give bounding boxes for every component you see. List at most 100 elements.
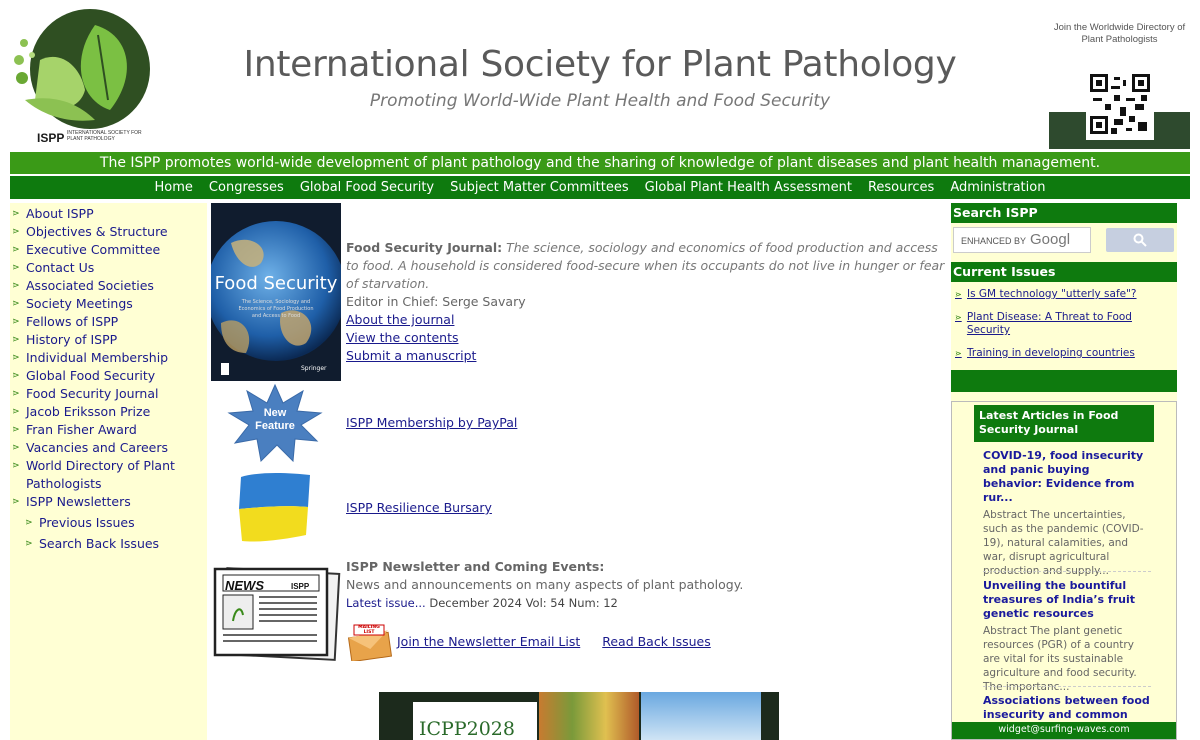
newspaper-icon: NEWS ISPP [211,565,341,661]
sidebar-item-label: Associated Societies [26,278,154,293]
membership-paypal-link[interactable]: ISPP Membership by PayPal [346,415,517,430]
chevron-right-icon: ⋗ [12,209,20,219]
sidebar-item-society-meetings[interactable]: ⋗ Society Meetings [10,295,207,313]
sidebar-item-about-ispp[interactable]: ⋗ About ISPP [10,205,207,223]
mailing-badge-text: MAILING LIST [358,625,380,635]
article-item[interactable]: COVID-19, food insecurity and panic buyi… [983,449,1151,578]
chevron-right-icon: ⋗ [25,539,33,549]
sidebar-item-label: Society Meetings [26,296,133,311]
sidebar-item-ispp-newsletters[interactable]: ⋗ ISPP Newsletters [10,493,207,511]
leaf-logo-icon [14,9,150,129]
search-icon [1133,233,1147,247]
article-separator [983,571,1151,572]
google-label: Googl [1030,231,1071,248]
chevron-right-icon: ⋗ [12,281,20,291]
sidebar-item-objectives-structure[interactable]: ⋗ Objectives & Structure [10,223,207,241]
sidebar-item-search-back-issues[interactable]: ⋗ Search Back Issues [10,535,207,553]
chevron-right-icon: ⋗ [12,425,20,435]
directory-qr-block[interactable]: Join the Worldwide Directory of Plant Pa… [1049,20,1190,149]
nav-item-administration[interactable]: Administration [950,180,1045,195]
chevron-right-icon: ⋗ [12,263,20,273]
nav-item-subject-matter-committees[interactable]: Subject Matter Committees [450,180,629,195]
widget-footer[interactable]: widget@surfing-waves.com [952,722,1176,739]
sidebar-item-label: About ISPP [26,206,94,221]
food-security-cover[interactable]: Food Security The Science, Sociology and… [211,203,341,381]
journal-label: Food Security Journal: [346,240,503,255]
chevron-right-icon: ⋗ [12,245,20,255]
current-issue-link[interactable]: ⋗ Plant Disease: A Threat to Food Securit… [951,311,1177,337]
article-item[interactable]: Unveiling the bountiful treasures of Ind… [983,579,1151,694]
sidebar-item-history-of-ispp[interactable]: ⋗ History of ISPP [10,331,207,349]
widget-heading: Latest Articles in Food Security Journal [974,405,1154,442]
logo-abbr: ISPP [37,131,65,145]
sidebar-item-label: History of ISPP [26,332,118,347]
sidebar-item-jacob-eriksson-prize[interactable]: ⋗ Jacob Eriksson Prize [10,403,207,421]
sidebar-item-associated-societies[interactable]: ⋗ Associated Societies [10,277,207,295]
nav-item-resources[interactable]: Resources [868,180,934,195]
issues-footer-strip [951,370,1177,392]
sidebar-item-label: Food Security Journal [26,386,159,401]
sidebar-item-label: Previous Issues [39,515,135,530]
view-contents-link[interactable]: View the contents [346,330,459,345]
sidebar-item-fellows-of-ispp[interactable]: ⋗ Fellows of ISPP [10,313,207,331]
submit-manuscript-link[interactable]: Submit a manuscript [346,348,476,363]
read-back-issues-link[interactable]: Read Back Issues [602,634,711,649]
sidebar-item-fran-fisher-award[interactable]: ⋗ Fran Fisher Award [10,421,207,439]
nav-item-global-food-security[interactable]: Global Food Security [300,180,434,195]
news-image-text: NEWS [225,578,264,593]
ispp-logo[interactable] [10,5,155,145]
qr-code-icon[interactable] [1086,68,1154,140]
latest-issue-link[interactable]: Latest issue... [346,596,426,610]
sidebar-item-previous-issues[interactable]: ⋗ Previous Issues [10,514,207,532]
about-journal-link[interactable]: About the journal [346,312,454,327]
chevron-right-icon: ⋗ [12,227,20,237]
current-issue-label: Plant Disease: A Threat to Food Security [966,311,1132,336]
chevron-right-icon: ⋗ [25,518,33,528]
search-heading: Search ISPP [951,203,1177,223]
current-issue-link[interactable]: ⋗ Is GM technology "utterly safe"? [951,288,1177,301]
article-title[interactable]: COVID-19, food insecurity and panic buyi… [983,449,1151,505]
mission-banner: The ISPP promotes world-wide development… [10,152,1190,174]
search-input[interactable]: ENHANCED BY Googl [953,227,1091,253]
right-sidebar: Search ISPP ENHANCED BY Googl Current Iss… [951,203,1177,740]
cover-title: Food Security [214,273,338,294]
current-issue-label: Training in developing countries [967,347,1135,359]
sidebar-item-label: Fran Fisher Award [26,422,137,437]
current-issue-link[interactable]: ⋗ Training in developing countries [951,347,1177,360]
resilience-bursary-link[interactable]: ISPP Resilience Bursary [346,500,492,515]
nav-item-congresses[interactable]: Congresses [209,180,284,195]
page-tagline: Promoting World-Wide Plant Health and Fo… [369,91,831,111]
nav-item-home[interactable]: Home [155,180,193,195]
logo-fullname: INTERNATIONAL SOCIETY FOR PLANT PATHOLOG… [67,130,142,142]
sidebar-item-world-directory-of-plant-pathologists[interactable]: ⋗ World Directory of Plant Pathologists [10,457,207,493]
sidebar-item-global-food-security[interactable]: ⋗ Global Food Security [10,367,207,385]
new-feature-badge: New Feature [225,383,325,463]
sidebar-item-label: Contact Us [26,260,95,275]
sidebar-item-label: ISPP Newsletters [26,494,131,509]
join-newsletter-link[interactable]: Join the Newsletter Email List [397,634,580,649]
main-nav: Home Congresses Global Food Security Subjec… [10,176,1190,199]
mailing-list-icon[interactable]: MAILING LIST [346,623,394,663]
news-image-brand: ISPP [291,582,310,591]
chevron-right-icon: ⋗ [12,443,20,453]
sidebar-item-vacancies-and-careers[interactable]: ⋗ Vacancies and Careers [10,439,207,457]
chevron-right-icon: ⋗ [12,371,20,381]
sidebar-item-food-security-journal[interactable]: ⋗ Food Security Journal [10,385,207,403]
sidebar-item-label: Executive Committee [26,242,161,257]
sidebar-item-label: Global Food Security [26,368,156,383]
sidebar-item-contact-us[interactable]: ⋗ Contact Us [10,259,207,277]
search-button[interactable] [1106,228,1174,252]
sidebar-item-individual-membership[interactable]: ⋗ Individual Membership [10,349,207,367]
cover-subtitle: The Science, Sociology and Economics of … [238,299,314,319]
chevron-right-icon: ⋗ [12,389,20,399]
chevron-right-icon: ⋗ [12,461,20,471]
chevron-right-icon: ⋗ [12,497,20,507]
congress-banner[interactable]: ICPP2028 [379,692,779,740]
sidebar-item-executive-committee[interactable]: ⋗ Executive Committee [10,241,207,259]
article-title[interactable]: Unveiling the bountiful treasures of Ind… [983,579,1151,621]
chevron-right-icon: ⋗ [12,353,20,363]
journal-description: Food Security Journal: The science, soci… [346,239,946,365]
nav-item-global-plant-health-assessment[interactable]: Global Plant Health Assessment [645,180,852,195]
articles-widget: Latest Articles in Food Security Journal… [951,401,1177,740]
current-issues-heading: Current Issues [951,262,1177,282]
